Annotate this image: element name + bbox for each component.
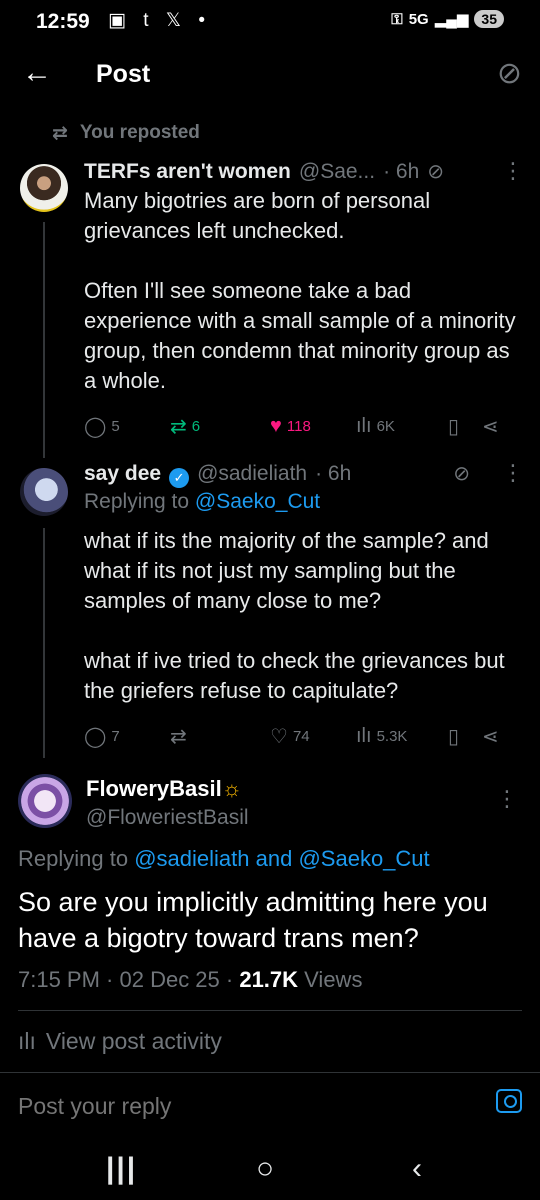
reply-count: 5 bbox=[111, 418, 120, 435]
like-count: 118 bbox=[286, 418, 311, 435]
author-name[interactable]: say dee bbox=[84, 462, 161, 486]
more-options-icon[interactable]: ⋮ bbox=[502, 158, 524, 184]
reply-target-link[interactable]: @Saeko_Cut bbox=[195, 490, 320, 513]
thread-line bbox=[43, 222, 45, 458]
reply-count: 7 bbox=[111, 728, 120, 745]
views-button[interactable]: ılı 5.3K bbox=[356, 725, 448, 748]
heart-icon: ♥ bbox=[270, 415, 282, 437]
view-activity-link[interactable]: ılı View post activity bbox=[18, 1028, 222, 1055]
post-time: · 6h bbox=[315, 462, 352, 485]
reply-target-link[interactable]: @Saeko_Cut bbox=[298, 846, 429, 871]
reply-input[interactable] bbox=[18, 1093, 458, 1120]
reply-icon: ◯ bbox=[84, 726, 107, 748]
repost-icon: ⇄ bbox=[170, 416, 187, 438]
network-label: 5G bbox=[408, 10, 429, 28]
views-count: 6K bbox=[376, 418, 395, 435]
replying-prefix: Replying to bbox=[84, 490, 190, 513]
reply-button[interactable]: ◯ 7 bbox=[84, 724, 170, 749]
tweet-1-actions: ◯ 5 ⇄ 6 ♥ 118 ılı 6K ▯ ⋖ bbox=[84, 414, 514, 439]
thread-line bbox=[43, 528, 45, 758]
avatar[interactable] bbox=[20, 468, 68, 516]
repost-icon: ⇄ bbox=[52, 123, 68, 144]
author-handle[interactable]: @FloweriestBasil bbox=[86, 806, 249, 830]
tweet-1[interactable]: TERFs aren't women @Sae... · 6h ⊘ ⋮ Many… bbox=[84, 158, 524, 396]
reply-icon: ◯ bbox=[84, 416, 107, 438]
repost-label: You reposted bbox=[79, 122, 200, 143]
activity-label: View post activity bbox=[45, 1028, 222, 1054]
avatar[interactable] bbox=[18, 774, 72, 828]
signal-icon: ▂▄▆ bbox=[434, 11, 469, 28]
tweet-text: what if its the majority of the sample? … bbox=[84, 528, 505, 703]
views-icon: ılı bbox=[356, 415, 372, 437]
share-icon[interactable]: ⋖ bbox=[482, 724, 499, 749]
tweet-2-actions: ◯ 7 ⇄ ♡ 74 ılı 5.3K ▯ ⋖ bbox=[84, 724, 514, 749]
repost-button[interactable]: ⇄ bbox=[170, 724, 270, 749]
post-meta: 7:15 PM · 02 Dec 25 · 21.7K Views bbox=[18, 967, 362, 993]
key-icon: ⚿ bbox=[391, 10, 403, 28]
replying-to: Replying to @Saeko_Cut bbox=[84, 490, 524, 514]
main-author-name[interactable]: FloweryBasil☼ bbox=[86, 776, 242, 802]
replying-prefix: Replying to bbox=[18, 846, 129, 871]
bookmark-icon[interactable]: ▯ bbox=[448, 724, 482, 749]
tweet-2[interactable]: say dee ✓ @sadieliath · 6h ⊘ ⋮ Replying … bbox=[84, 460, 524, 706]
reply-target-link[interactable]: @sadieliath bbox=[134, 846, 249, 871]
back-icon[interactable]: ‹ bbox=[412, 1152, 422, 1186]
heart-outline-icon: ♡ bbox=[270, 726, 288, 748]
repost-icon: ⇄ bbox=[170, 726, 187, 748]
replying-to: Replying to @sadieliath and @Saeko_Cut bbox=[18, 846, 430, 872]
camera-icon[interactable] bbox=[496, 1089, 522, 1113]
tweet-text: Many bigotries are born of personal grie… bbox=[84, 188, 516, 393]
like-button[interactable]: ♥ 118 bbox=[270, 415, 356, 438]
avatar[interactable] bbox=[20, 164, 68, 212]
author-handle[interactable]: @sadieliath bbox=[197, 462, 307, 486]
analytics-icon: ılı bbox=[18, 1028, 36, 1054]
more-options-icon[interactable]: ⋮ bbox=[496, 786, 518, 812]
views-label: Views bbox=[298, 967, 363, 992]
recents-icon[interactable]: ||| bbox=[106, 1152, 137, 1186]
views-count: 21.7K bbox=[239, 967, 299, 992]
main-post-text: So are you implicitly admitting here you… bbox=[18, 887, 488, 953]
home-icon[interactable]: ○ bbox=[256, 1152, 274, 1186]
views-button[interactable]: ılı 6K bbox=[356, 415, 448, 438]
app-header: ← Post ⊘ bbox=[0, 50, 540, 106]
bookmark-icon[interactable]: ▯ bbox=[448, 414, 482, 439]
page-title: Post bbox=[96, 60, 151, 88]
status-time: 12:59 bbox=[36, 10, 90, 33]
divider bbox=[18, 1010, 522, 1011]
repost-notice: ⇄ You reposted bbox=[52, 122, 200, 145]
like-button[interactable]: ♡ 74 bbox=[270, 724, 356, 749]
system-nav-bar: ||| ○ ‹ bbox=[0, 1140, 540, 1200]
post-time: · 6h bbox=[383, 160, 420, 183]
reply-bar bbox=[0, 1072, 540, 1138]
author-handle[interactable]: @Sae... bbox=[299, 160, 375, 184]
sun-icon: ☼ bbox=[221, 776, 242, 801]
repost-button[interactable]: ⇄ 6 bbox=[170, 414, 270, 439]
grok-icon[interactable]: ⊘ bbox=[427, 159, 444, 184]
tweet-2-header: say dee ✓ @sadieliath · 6h ⊘ ⋮ bbox=[84, 460, 524, 488]
verified-icon: ✓ bbox=[169, 468, 190, 488]
author-name[interactable]: FloweryBasil bbox=[86, 776, 222, 801]
views-icon: ılı bbox=[356, 725, 372, 747]
replying-and: and bbox=[255, 846, 293, 871]
author-name[interactable]: TERFs aren't women bbox=[84, 160, 291, 184]
more-options-icon[interactable]: ⋮ bbox=[502, 460, 524, 486]
grok-icon[interactable]: ⊘ bbox=[453, 461, 470, 486]
post-timestamp: 7:15 PM · 02 Dec 25 · bbox=[18, 967, 240, 992]
status-right: ⚿ 5G ▂▄▆ 35 bbox=[391, 10, 504, 28]
reply-button[interactable]: ◯ 5 bbox=[84, 414, 156, 439]
share-icon[interactable]: ⋖ bbox=[482, 414, 499, 439]
notification-icons: ▣ t 𝕏 • bbox=[108, 10, 212, 31]
grok-icon[interactable]: ⊘ bbox=[497, 56, 522, 91]
tweet-1-header: TERFs aren't women @Sae... · 6h ⊘ ⋮ bbox=[84, 158, 524, 184]
status-bar: 12:59 ▣ t 𝕏 • ⚿ 5G ▂▄▆ 35 bbox=[0, 0, 540, 44]
repost-count: 6 bbox=[191, 418, 201, 435]
battery-indicator: 35 bbox=[474, 10, 504, 28]
back-arrow-icon[interactable]: ← bbox=[22, 56, 52, 90]
views-count: 5.3K bbox=[376, 728, 408, 745]
like-count: 74 bbox=[292, 728, 310, 745]
